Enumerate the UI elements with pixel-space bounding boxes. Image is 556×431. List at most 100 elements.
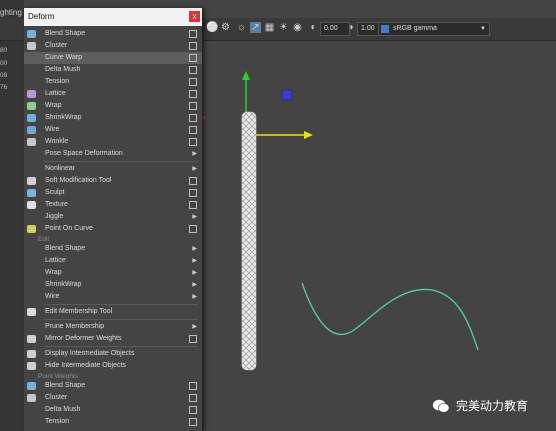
menu-item-label: Tension [45, 78, 70, 85]
menu-item[interactable]: Tension [24, 416, 202, 428]
menu-item-label: Cluster [45, 394, 68, 401]
menu-item-label: ShrinkWrap [45, 114, 82, 121]
menu-item[interactable]: Edit Membership Tool [24, 306, 202, 318]
option-box-icon[interactable] [189, 138, 197, 146]
option-box-icon[interactable] [189, 335, 197, 343]
menu-item[interactable]: Wrap [24, 100, 202, 112]
sculpt-icon [27, 189, 36, 197]
menu-title-bar[interactable]: Deform x [24, 8, 202, 26]
menu-separator [44, 304, 198, 305]
menu-separator [44, 319, 198, 320]
deform-mesh-cylinder[interactable] [241, 111, 257, 371]
option-box-icon[interactable] [189, 225, 197, 233]
menu-item[interactable]: Lattice ▶ [24, 255, 202, 267]
menu-item[interactable]: Soft Modification Tool [24, 175, 202, 187]
option-box-icon[interactable] [189, 394, 197, 402]
menu-item[interactable]: Pose Space Deformation ▶ [24, 148, 202, 160]
menu-item-label: Curve Warp [45, 54, 83, 61]
menu-item[interactable]: Curve Warp [24, 52, 202, 64]
menu-item-label: Lattice [45, 257, 66, 264]
option-box-icon[interactable] [189, 189, 197, 197]
menu-item-label: Display Intermediate Objects [45, 350, 135, 357]
option-box-icon[interactable] [189, 90, 197, 98]
blend-shape-icon [27, 382, 36, 390]
option-box-icon[interactable] [189, 406, 197, 414]
settings-icon[interactable]: ⚙ [220, 22, 231, 33]
color-space-select[interactable]: sRGB gamma ▼ [378, 22, 490, 36]
option-box-icon[interactable] [189, 102, 197, 110]
locator-box[interactable] [281, 89, 293, 101]
option-box-icon[interactable] [189, 126, 197, 134]
chevron-down-icon: ▼ [480, 26, 486, 32]
menu-item[interactable]: Delta Mush [24, 404, 202, 416]
menu-item-label: Hide Intermediate Objects [45, 362, 126, 369]
menu-item[interactable]: ShrinkWrap [24, 112, 202, 124]
exposure-icon[interactable]: ◐ [308, 22, 319, 33]
left-strip: ghting 76 80 00 08 76 [0, 0, 24, 431]
menu-item[interactable]: Wrap ▶ [24, 267, 202, 279]
watermark-text: 完美动力教育 [456, 399, 529, 413]
menu-item[interactable]: Jiggle ▶ [24, 211, 202, 223]
option-box-icon[interactable] [189, 201, 197, 209]
left-strip-number: 76 [0, 84, 8, 91]
submenu-arrow-icon: ▶ [192, 282, 197, 288]
edit-membership-icon [27, 308, 36, 316]
menu-item[interactable]: ShrinkWrap ▶ [24, 279, 202, 291]
option-box-icon[interactable] [189, 42, 197, 50]
menu-item[interactable]: Wrinkle [24, 136, 202, 148]
menu-item-label: Blend Shape [45, 30, 86, 37]
option-box-icon[interactable] [189, 66, 197, 74]
select-icon[interactable]: ↗ [250, 22, 261, 33]
menu-item[interactable]: Prune Membership ▶ [24, 321, 202, 333]
menu-item-label: Mirror Deformer Weights [45, 335, 122, 342]
camera-icon[interactable]: ⚪ [206, 22, 218, 33]
option-box-icon[interactable] [189, 114, 197, 122]
menu-item[interactable]: Blend Shape [24, 28, 202, 40]
menu-item[interactable]: Hide Intermediate Objects [24, 360, 202, 372]
nurbs-curve[interactable] [301, 282, 479, 351]
option-box-icon[interactable] [189, 382, 197, 390]
menu-item-label: Jiggle [45, 213, 64, 220]
gamma-icon[interactable]: ◑ [345, 22, 356, 33]
cluster-icon [27, 42, 36, 50]
menu-item[interactable]: Nonlinear ▶ [24, 163, 202, 175]
menu-item-label: Cluster [45, 42, 68, 49]
menu-item-label: Blend Shape [45, 382, 86, 389]
wrap-icon [27, 102, 36, 110]
close-button[interactable]: x [189, 11, 200, 22]
display-intermediate-icon [27, 350, 36, 358]
menu-item[interactable]: Lattice [24, 88, 202, 100]
menu-item[interactable]: Wire ▶ [24, 291, 202, 303]
menu-title: Deform [28, 12, 55, 21]
grid-icon[interactable]: ▦ [264, 22, 275, 33]
menu-item[interactable]: Wire [24, 124, 202, 136]
menu-item[interactable]: Delta Mush [24, 64, 202, 76]
menu-item[interactable]: Blend Shape ▶ [24, 243, 202, 255]
menu-item[interactable]: Texture [24, 199, 202, 211]
menu-item[interactable]: Display Intermediate Objects [24, 348, 202, 360]
blend-shape-icon [27, 30, 36, 38]
sun-icon[interactable]: ☼ [236, 22, 247, 33]
menu-item-label: Tension [45, 418, 70, 425]
left-strip-number: 80 [0, 47, 8, 54]
menu-item-label: Wrinkle [45, 138, 69, 145]
light-icon[interactable]: ☀ [278, 22, 289, 33]
option-box-icon[interactable] [189, 418, 197, 426]
menu-item[interactable]: Sculpt [24, 187, 202, 199]
option-box-icon[interactable] [189, 54, 197, 62]
deform-menu: Deform x Blend Shape Cluster Curve Warp Del… [24, 8, 203, 431]
submenu-arrow-icon: ▶ [192, 270, 197, 276]
render-icon[interactable]: ◉ [292, 22, 303, 33]
menu-item[interactable]: Cluster [24, 40, 202, 52]
menu-item[interactable]: Mirror Deformer Weights [24, 333, 202, 345]
menu-item[interactable]: Blend Shape [24, 380, 202, 392]
wire-icon [27, 126, 36, 134]
menu-item-label: Pose Space Deformation [45, 150, 123, 157]
menu-item[interactable]: Point On Curve [24, 223, 202, 235]
option-box-icon[interactable] [189, 78, 197, 86]
option-box-icon[interactable] [189, 30, 197, 38]
menu-item[interactable]: Cluster [24, 392, 202, 404]
menu-item[interactable]: Tension [24, 76, 202, 88]
submenu-arrow-icon: ▶ [192, 294, 197, 300]
option-box-icon[interactable] [189, 177, 197, 185]
